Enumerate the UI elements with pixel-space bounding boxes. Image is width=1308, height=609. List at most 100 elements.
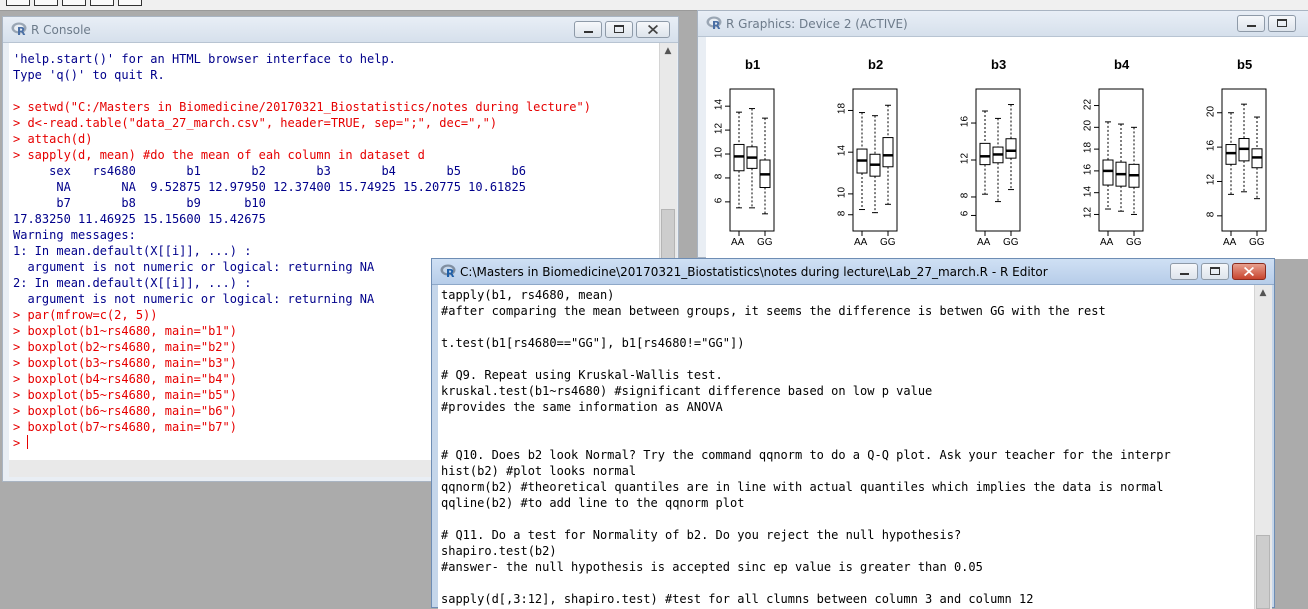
editor-line: t.test(b1[rs4680=="GG"], b1[rs4680!="GG"… <box>441 336 745 350</box>
box-1 <box>856 112 868 211</box>
y-tick-label: 16 <box>959 115 971 128</box>
console-line: Warning messages: <box>13 228 136 242</box>
close-icon <box>647 24 659 35</box>
x-tick-label: GG <box>1126 237 1142 248</box>
maximize-button[interactable] <box>605 21 633 38</box>
box-iqr <box>1225 144 1237 165</box>
boxplot-panel <box>971 88 1021 236</box>
toolbar-button[interactable] <box>62 0 86 6</box>
y-tick-label: 10 <box>713 146 725 159</box>
editor-title: C:\Masters in Biomedicine\20170321_Biost… <box>460 265 1048 279</box>
editor-vertical-scrollbar[interactable]: ▲ <box>1254 285 1272 609</box>
console-line: 'help.start()' for an HTML browser inter… <box>13 52 396 66</box>
toolbar-button[interactable] <box>34 0 58 6</box>
scroll-thumb[interactable] <box>1256 535 1270 609</box>
editor-text-area[interactable]: tapply(b1, rs4680, mean) #after comparing… <box>438 285 1254 609</box>
box-1 <box>733 111 745 209</box>
svg-text:R: R <box>17 25 26 36</box>
toolbar-button[interactable] <box>118 0 142 6</box>
minimize-button[interactable] <box>574 21 602 38</box>
box-3 <box>1128 126 1140 215</box>
y-tick-label: 8 <box>836 210 848 217</box>
box-3 <box>1251 116 1263 200</box>
text-cursor <box>27 435 29 449</box>
console-line: 1: In mean.default(X[[i]], ...) : <box>13 244 252 258</box>
svg-text:R: R <box>446 267 455 278</box>
console-line: > d<-read.table("data_27_march.csv", hea… <box>13 116 498 130</box>
editor-line: sapply(d[,3:12], shapiro.test) #test for… <box>441 592 1034 606</box>
r-editor-window: R C:\Masters in Biomedicine\20170321_Bio… <box>431 258 1275 609</box>
console-line: NA NA 9.52875 12.97950 12.37400 15.74925… <box>13 180 526 194</box>
close-icon <box>1243 266 1255 277</box>
maximize-button[interactable] <box>1201 263 1229 280</box>
y-tick-label: 14 <box>836 145 848 157</box>
graphics-plot-area: b1 6 8 10 12 14 AA GG b2 8 10 14 18 AA GG b3 6 8 12 16 AA GG b… <box>706 37 1308 259</box>
minimize-icon <box>1247 25 1256 27</box>
box-3 <box>1005 104 1017 191</box>
scroll-up-arrow-icon[interactable]: ▲ <box>1255 285 1271 301</box>
y-tick-label: 16 <box>1082 163 1094 175</box>
close-button[interactable] <box>636 21 670 38</box>
box-2 <box>869 115 881 214</box>
y-tick-label: 8 <box>713 173 725 180</box>
r-logo-icon: R <box>440 264 456 278</box>
r-logo-icon: R <box>11 22 27 36</box>
x-tick-label: GG <box>880 237 896 248</box>
y-tick-label: 14 <box>1082 185 1094 197</box>
r-graphics-window: R R Graphics: Device 2 (ACTIVE) b1 6 8 10 12… <box>697 10 1308 259</box>
scroll-up-arrow-icon[interactable]: ▲ <box>660 43 676 59</box>
y-tick-label: 10 <box>836 186 848 198</box>
y-tick-label: 16 <box>1205 140 1217 152</box>
console-line: 17.83250 11.46925 15.15600 15.42675 <box>13 212 266 226</box>
box-2 <box>992 117 1004 203</box>
box-2 <box>1238 103 1250 193</box>
toolbar-button[interactable] <box>6 0 30 6</box>
maximize-icon <box>1210 267 1220 275</box>
close-button[interactable] <box>1232 263 1266 280</box>
y-tick-label: 6 <box>713 197 725 204</box>
y-tick-label: 14 <box>713 99 725 111</box>
maximize-icon <box>1277 19 1287 27</box>
console-line: > setwd("C:/Masters in Biomedicine/20170… <box>13 100 591 114</box>
minimize-button[interactable] <box>1237 15 1265 32</box>
editor-line: tapply(b1, rs4680, mean) <box>441 288 615 302</box>
console-title: R Console <box>31 23 91 37</box>
x-tick-label: GG <box>1003 237 1019 248</box>
box-iqr <box>1005 138 1017 159</box>
graphics-titlebar[interactable]: R R Graphics: Device 2 (ACTIVE) <box>698 11 1308 37</box>
editor-titlebar[interactable]: R C:\Masters in Biomedicine\20170321_Bio… <box>432 259 1274 285</box>
x-tick-label: GG <box>1249 237 1265 248</box>
console-line: sex rs4680 b1 b2 b3 b4 b5 b6 <box>13 164 526 178</box>
y-tick-label: 18 <box>836 103 848 115</box>
editor-line: qqline(b2) #to add line to the qqnorm pl… <box>441 496 745 510</box>
r-logo-icon: R <box>706 16 722 30</box>
box-3 <box>759 117 771 215</box>
box-1 <box>1225 112 1237 195</box>
x-tick-label: AA <box>977 237 991 248</box>
graphics-title: R Graphics: Device 2 (ACTIVE) <box>726 17 908 31</box>
box-iqr <box>882 137 894 168</box>
y-tick-label: 12 <box>1082 207 1094 219</box>
editor-line: shapiro.test(b2) <box>441 544 557 558</box>
editor-line: #provides the same information as ANOVA <box>441 400 723 414</box>
minimize-button[interactable] <box>1170 263 1198 280</box>
svg-text:R: R <box>712 19 721 30</box>
editor-code: tapply(b1, rs4680, mean) #after comparing… <box>441 287 1171 607</box>
box-1 <box>979 110 991 195</box>
console-titlebar[interactable]: R R Console <box>3 17 678 43</box>
x-tick-label: AA <box>1223 237 1237 248</box>
console-line: > sapply(d, mean) #do the mean of eah co… <box>13 148 425 162</box>
toolbar-button[interactable] <box>90 0 114 6</box>
y-tick-label: 8 <box>1205 211 1217 218</box>
editor-line: qqnorm(b2) #theoretical quantiles are in… <box>441 480 1164 494</box>
y-tick-label: 12 <box>959 152 971 165</box>
minimize-icon <box>1180 273 1189 275</box>
x-tick-label: GG <box>757 237 773 248</box>
maximize-button[interactable] <box>1268 15 1296 32</box>
y-tick-label: 6 <box>959 211 971 217</box>
